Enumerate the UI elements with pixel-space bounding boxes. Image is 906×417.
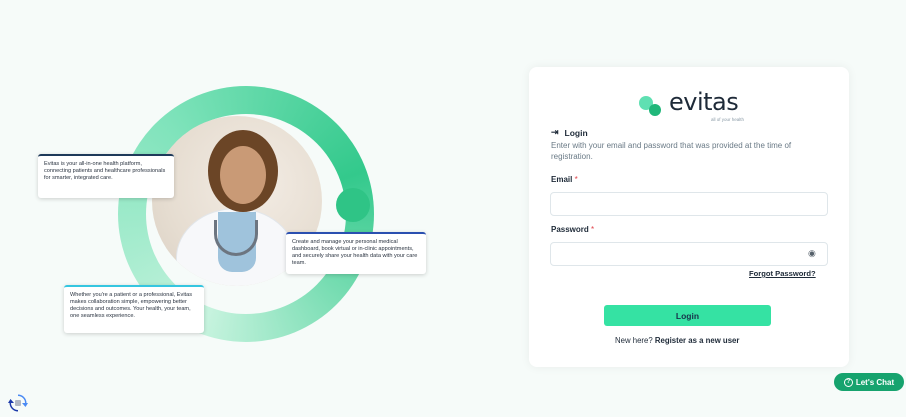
register-prompt: New here? Register as a new user — [615, 336, 740, 345]
help-icon: ? — [843, 377, 853, 387]
hero-section: Evitas is your all-in-one health platfor… — [0, 0, 520, 417]
recaptcha-icon[interactable] — [8, 394, 28, 412]
password-field[interactable] — [550, 242, 828, 266]
chat-button[interactable]: ? Let's Chat — [834, 373, 904, 391]
login-arrow-icon: ⇥ — [551, 127, 559, 137]
email-field[interactable] — [550, 192, 828, 216]
info-card-platform: Evitas is your all-in-one health platfor… — [38, 154, 174, 198]
password-label: Password * — [551, 225, 595, 234]
chat-label: Let's Chat — [855, 377, 895, 387]
login-panel: evitas all of your health ⇥ Login Enter … — [529, 67, 849, 367]
info-card-collaboration: Whether you're a patient or a profession… — [64, 285, 204, 333]
login-button[interactable]: Login — [604, 305, 771, 326]
register-link[interactable]: Register as a new user — [655, 336, 740, 345]
evitas-logo-icon: evitas all of your health — [639, 82, 759, 122]
info-card-dashboard: Create and manage your personal medical … — [286, 232, 426, 274]
logo-word: evitas — [669, 88, 739, 116]
email-label: Email * — [551, 175, 578, 184]
required-mark: * — [591, 225, 595, 234]
eye-icon[interactable]: ◉ — [808, 248, 816, 259]
logo-tagline: all of your health — [711, 117, 745, 122]
login-heading: ⇥ Login — [551, 127, 588, 138]
login-description: Enter with your email and password that … — [551, 141, 792, 161]
required-mark: * — [574, 175, 578, 184]
ring-cap — [336, 188, 370, 222]
login-heading-text: Login — [564, 127, 588, 138]
forgot-password-link[interactable]: Forgot Password? — [749, 269, 816, 278]
